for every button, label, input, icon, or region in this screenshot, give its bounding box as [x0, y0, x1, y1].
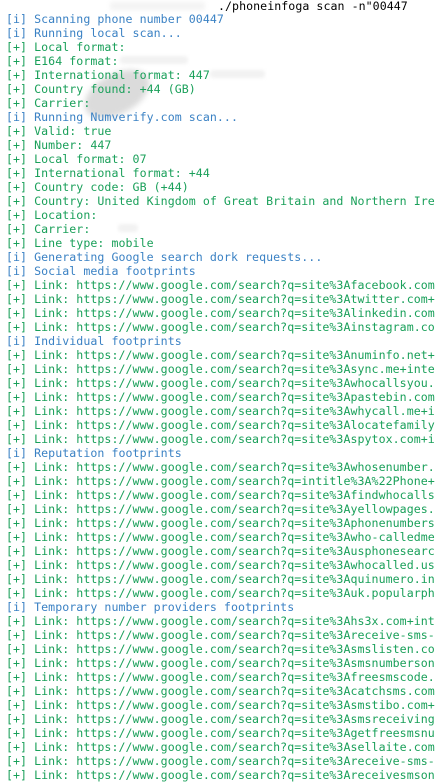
result-line: [+] Link: https://www.google.com/search?… [6, 642, 435, 656]
info-line: [i] Running Numverify.com scan... [6, 110, 238, 124]
result-line: [+] Link: https://www.google.com/search?… [6, 460, 435, 474]
result-line: [+] Valid: true [6, 124, 112, 138]
result-line: [+] Link: https://www.google.com/search?… [6, 628, 435, 642]
result-line: [+] Link: https://www.google.com/search?… [6, 740, 435, 754]
result-line: [+] Link: https://www.google.com/search?… [6, 306, 435, 320]
result-line: [+] Link: https://www.google.com/search?… [6, 292, 435, 306]
result-line: [+] Link: https://www.google.com/search?… [6, 362, 435, 376]
result-line: [+] Carrier: [6, 96, 91, 110]
result-line: [+] Link: https://www.google.com/search?… [6, 712, 435, 726]
result-line: [+] Line type: mobile [6, 236, 154, 250]
result-line: [+] Link: https://www.google.com/search?… [6, 670, 435, 684]
redacted-area [110, 2, 205, 10]
result-line: [+] Local format: [6, 40, 126, 54]
result-line: [+] Link: https://www.google.com/search?… [6, 474, 435, 488]
result-line: [+] Link: https://www.google.com/search?… [6, 544, 435, 558]
info-line: [i] Temporary number providers footprint… [6, 600, 295, 614]
result-line: [+] Link: https://www.google.com/search?… [6, 768, 435, 782]
result-line: [+] Link: https://www.google.com/search?… [6, 488, 435, 502]
result-line: [+] Link: https://www.google.com/search?… [6, 754, 435, 768]
info-line: [i] Individual footprints [6, 334, 182, 348]
terminal-output: [i] Scanning phone number 00447 [i] Runni… [6, 12, 435, 782]
result-line: [+] Link: https://www.google.com/search?… [6, 376, 435, 390]
result-line: [+] Country code: GB (+44) [6, 180, 189, 194]
result-line: [+] Link: https://www.google.com/search?… [6, 656, 435, 670]
result-line: [+] Link: https://www.google.com/search?… [6, 516, 435, 530]
info-line: [i] Reputation footprints [6, 446, 182, 460]
result-line: [+] Link: https://www.google.com/search?… [6, 390, 435, 404]
result-line: [+] Number: 447 [6, 138, 112, 152]
result-line: [+] Link: https://www.google.com/search?… [6, 348, 435, 362]
result-line: [+] Link: https://www.google.com/search?… [6, 432, 435, 446]
result-line: [+] Local format: 07 [6, 152, 147, 166]
result-line: [+] Link: https://www.google.com/search?… [6, 418, 435, 432]
info-line: [i] Generating Google search dork reques… [6, 250, 323, 264]
result-line: [+] Country found: +44 (GB) [6, 82, 196, 96]
result-line: [+] Location: [6, 208, 98, 222]
result-line: [+] Link: https://www.google.com/search?… [6, 726, 435, 740]
result-line: [+] Link: https://www.google.com/search?… [6, 404, 435, 418]
result-line: [+] Link: https://www.google.com/search?… [6, 502, 435, 516]
result-line: [+] Country: United Kingdom of Great Bri… [6, 194, 435, 208]
result-line: [+] International format: 447 [6, 68, 210, 82]
info-line: [i] Social media footprints [6, 264, 196, 278]
info-line: [i] Running local scan... [6, 26, 182, 40]
result-line: [+] Link: https://www.google.com/search?… [6, 684, 435, 698]
result-line: [+] Link: https://www.google.com/search?… [6, 614, 435, 628]
terminal-window[interactable]: ./phoneinfoga scan -n"00447 [i] Scanning… [0, 0, 435, 784]
result-line: [+] Link: https://www.google.com/search?… [6, 530, 435, 544]
result-line: [+] Carrier: [6, 222, 91, 236]
result-line: [+] Link: https://www.google.com/search?… [6, 558, 435, 572]
result-line: [+] International format: +44 [6, 166, 210, 180]
result-line: [+] E164 format: [6, 54, 119, 68]
result-line: [+] Link: https://www.google.com/search?… [6, 572, 435, 586]
result-line: [+] Link: https://www.google.com/search?… [6, 586, 435, 600]
result-line: [+] Link: https://www.google.com/search?… [6, 278, 435, 292]
result-line: [+] Link: https://www.google.com/search?… [6, 698, 435, 712]
result-line: [+] Link: https://www.google.com/search?… [6, 320, 435, 334]
info-line: [i] Scanning phone number 00447 [6, 12, 224, 26]
